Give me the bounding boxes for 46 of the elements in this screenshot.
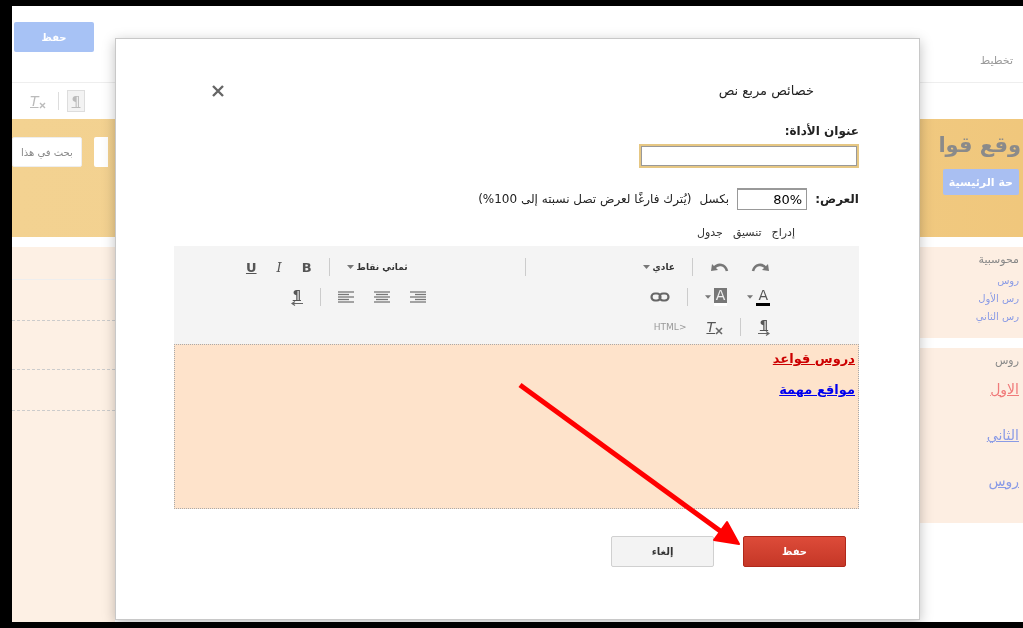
width-hint: (يُترك فارغًا لعرض تصل نسبته إلى 100%)	[478, 192, 692, 206]
caret-icon	[747, 295, 754, 299]
unit-label: بكسل	[699, 192, 730, 206]
underline-button[interactable]: U	[242, 257, 260, 277]
close-button[interactable]	[211, 83, 225, 98]
editor-content-area[interactable]: دروس قواعد مواقع مهمة	[174, 344, 859, 509]
width-input-field[interactable]: 80%	[737, 188, 808, 210]
close-icon	[211, 83, 225, 98]
rtl-paragraph-button[interactable]: ¶	[287, 288, 306, 306]
style-dropdown[interactable]: عادي	[639, 260, 678, 274]
field-label: العرض:	[815, 192, 859, 206]
caret-icon	[642, 265, 650, 269]
caret-icon	[704, 295, 711, 299]
dialog-title: خصائص مربع نص	[718, 83, 814, 98]
clear-format-button[interactable]: T	[703, 317, 726, 337]
blog-title: وقع قوا	[938, 133, 1021, 157]
title-input-field[interactable]	[639, 144, 859, 168]
align-right-icon	[409, 291, 426, 303]
content-link[interactable]: مواقع مهمة	[779, 382, 855, 397]
save-button[interactable]: حفظ	[743, 536, 846, 567]
content-link[interactable]: دروس قواعد	[772, 351, 855, 366]
align-left-icon	[337, 291, 354, 303]
widget-title: روس	[994, 354, 1019, 367]
cancel-button[interactable]: إلغاء	[611, 536, 714, 567]
cross-icon	[715, 327, 723, 335]
italic-button[interactable]: I	[273, 257, 285, 277]
menu-item[interactable]: إدراج	[771, 225, 795, 239]
text-color-button[interactable]: A	[744, 286, 773, 308]
field-label: عنوان الأداة:	[784, 124, 859, 138]
search-button[interactable]: بحث في هذا	[12, 137, 82, 167]
cross-icon	[38, 102, 46, 109]
search-field[interactable]	[93, 137, 108, 167]
menu-item[interactable]: جدول	[697, 225, 723, 239]
undo-icon	[710, 261, 730, 273]
font-size-dropdown[interactable]: ثماني نقاط	[343, 260, 411, 274]
caret-icon	[346, 265, 354, 269]
align-center-icon	[373, 291, 390, 303]
widget-title: محوسبية	[978, 253, 1019, 266]
left-arrow-icon	[290, 301, 303, 306]
bold-button[interactable]: B	[298, 257, 315, 277]
menu-item[interactable]: تنسيق	[732, 225, 762, 239]
link-icon	[649, 292, 670, 302]
redo-icon	[750, 261, 770, 273]
right-arrow-icon	[758, 331, 770, 336]
highlight-color-button[interactable]: A	[701, 286, 731, 308]
ltr-paragraph-button[interactable]: ¶	[755, 318, 773, 336]
